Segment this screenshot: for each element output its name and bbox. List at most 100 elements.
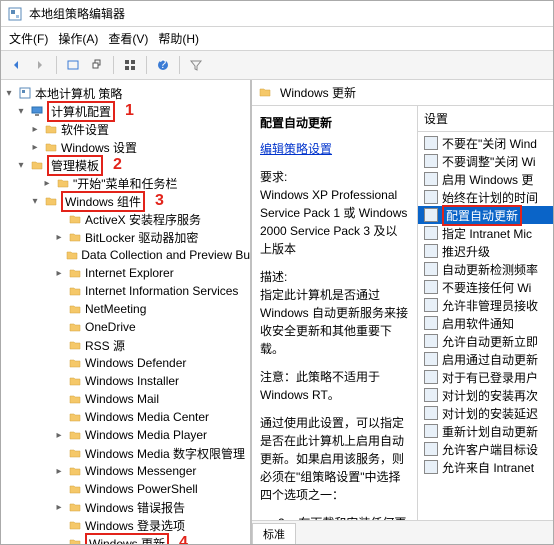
help-button[interactable]: ?: [152, 54, 174, 76]
expand-icon[interactable]: ▾: [29, 196, 41, 207]
settings-list-item[interactable]: 指定 Intranet Mic: [418, 224, 553, 242]
titlebar: 本地组策略编辑器: [1, 1, 553, 27]
policy-icon: [424, 460, 438, 474]
right-pane: Windows 更新 配置自动更新 编辑策略设置 要求: Windows XP …: [252, 80, 553, 544]
right-header-title: Windows 更新: [280, 84, 356, 101]
tree-windows-components[interactable]: ▾ Windows 组件 3: [1, 192, 250, 210]
tree-item[interactable]: Windows PowerShell: [1, 480, 250, 498]
folder-icon: [67, 481, 83, 497]
expand-icon[interactable]: ▸: [41, 178, 53, 189]
expand-icon[interactable]: ▾: [15, 106, 27, 117]
tree-root[interactable]: ▾ 本地计算机 策略: [1, 84, 250, 102]
filter-button[interactable]: [185, 54, 207, 76]
settings-list-item[interactable]: 允许自动更新立即: [418, 332, 553, 350]
folder-icon: [67, 517, 83, 533]
tree-item[interactable]: Windows Defender: [1, 354, 250, 372]
expand-icon[interactable]: ▸: [53, 430, 65, 441]
tree-item[interactable]: Windows 登录选项: [1, 516, 250, 534]
tree-windows-update[interactable]: Windows 更新 4: [1, 534, 250, 544]
tree-item[interactable]: ▸Windows Media Player: [1, 426, 250, 444]
folder-icon: [67, 535, 83, 544]
settings-list-item[interactable]: 允许非管理员接收: [418, 296, 553, 314]
expand-icon[interactable]: ▾: [3, 88, 15, 99]
tree-item[interactable]: ▸BitLocker 驱动器加密: [1, 228, 250, 246]
menu-file[interactable]: 文件(F): [9, 30, 48, 47]
menu-action[interactable]: 操作(A): [58, 30, 98, 47]
folder-icon: [67, 229, 83, 245]
settings-list-item[interactable]: 对于有已登录用户: [418, 368, 553, 386]
settings-list-item[interactable]: 启用软件通知: [418, 314, 553, 332]
tree-start-menu[interactable]: ▸ "开始"菜单和任务栏: [1, 174, 250, 192]
tree-item[interactable]: ▸Windows 错误报告: [1, 498, 250, 516]
expand-icon[interactable]: ▸: [53, 268, 65, 279]
svg-text:?: ?: [160, 58, 167, 71]
tree-item[interactable]: ▸Windows Messenger: [1, 462, 250, 480]
menu-view[interactable]: 查看(V): [108, 30, 148, 47]
tree-item[interactable]: Data Collection and Preview Bu: [1, 246, 250, 264]
settings-list-item[interactable]: 推迟升级: [418, 242, 553, 260]
settings-list-item[interactable]: 始终在计划的时间: [418, 188, 553, 206]
settings-list-item[interactable]: 不要调整"关闭 Wi: [418, 152, 553, 170]
expand-icon[interactable]: ▸: [53, 232, 65, 243]
folder-icon: [67, 391, 83, 407]
annotation-1: 1: [125, 102, 134, 120]
settings-list-item[interactable]: 允许客户端目标设: [418, 440, 553, 458]
settings-list-item[interactable]: 自动更新检测频率: [418, 260, 553, 278]
menubar: 文件(F) 操作(A) 查看(V) 帮助(H): [1, 27, 553, 51]
view-tabs: 标准: [252, 520, 553, 544]
tree-computer-config[interactable]: ▾ 计算机配置 1: [1, 102, 250, 120]
computer-icon: [29, 103, 45, 119]
expand-icon[interactable]: ▸: [29, 142, 41, 153]
settings-list-pane: 设置 5 不要在"关闭 Wind不要调整"关闭 Wi启用 Windows 更始终…: [418, 106, 553, 520]
settings-list-item[interactable]: 不要连接任何 Wi: [418, 278, 553, 296]
settings-list-item[interactable]: 启用通过自动更新: [418, 350, 553, 368]
tree-item[interactable]: NetMeeting: [1, 300, 250, 318]
toolbar-btn-2[interactable]: [86, 54, 108, 76]
tree-item[interactable]: Windows Installer: [1, 372, 250, 390]
list-column-header[interactable]: 设置: [418, 106, 553, 132]
expand-icon[interactable]: ▸: [53, 502, 65, 513]
nav-fwd-button[interactable]: [29, 54, 51, 76]
policy-icon: [424, 136, 438, 150]
settings-list-item[interactable]: 允许来自 Intranet: [418, 458, 553, 476]
tree-item[interactable]: ▸Internet Explorer: [1, 264, 250, 282]
tree-admin-templates[interactable]: ▾ 管理模板 2: [1, 156, 250, 174]
settings-list-item[interactable]: 重新计划自动更新: [418, 422, 553, 440]
nav-back-button[interactable]: [5, 54, 27, 76]
folder-icon: [67, 283, 83, 299]
settings-list-item[interactable]: 不要在"关闭 Wind: [418, 134, 553, 152]
expand-icon[interactable]: ▾: [15, 160, 27, 171]
folder-icon: [29, 157, 45, 173]
policy-icon: [424, 154, 438, 168]
menu-help[interactable]: 帮助(H): [158, 30, 199, 47]
right-header: Windows 更新: [252, 80, 553, 106]
tab-standard[interactable]: 标准: [252, 523, 296, 544]
window-title: 本地组策略编辑器: [29, 5, 125, 22]
tree-item[interactable]: RSS 源: [1, 336, 250, 354]
expand-icon[interactable]: ▸: [29, 124, 41, 135]
tree-item[interactable]: Windows Mail: [1, 390, 250, 408]
settings-list-item[interactable]: 对计划的安装延迟: [418, 404, 553, 422]
folder-icon: [65, 247, 79, 263]
policy-icon: [424, 334, 438, 348]
folder-icon: [43, 121, 59, 137]
toolbar-btn-1[interactable]: [62, 54, 84, 76]
description-pane: 配置自动更新 编辑策略设置 要求: Windows XP Professiona…: [252, 106, 418, 520]
tree-item[interactable]: Windows Media Center: [1, 408, 250, 426]
tree-item[interactable]: Internet Information Services: [1, 282, 250, 300]
edit-policy-link[interactable]: 编辑策略设置: [260, 142, 332, 156]
toolbar-btn-3[interactable]: [119, 54, 141, 76]
annotation-3: 3: [155, 192, 164, 210]
settings-list-item[interactable]: 对计划的安装再次: [418, 386, 553, 404]
tree-item[interactable]: Windows Media 数字权限管理: [1, 444, 250, 462]
tree-item[interactable]: ActiveX 安装程序服务: [1, 210, 250, 228]
tree-item[interactable]: OneDrive: [1, 318, 250, 336]
tree-software-settings[interactable]: ▸ 软件设置: [1, 120, 250, 138]
expand-icon[interactable]: ▸: [53, 466, 65, 477]
settings-list-item[interactable]: 配置自动更新: [418, 206, 553, 224]
policy-icon: [424, 316, 438, 330]
policy-icon: [424, 406, 438, 420]
tree-windows-settings[interactable]: ▸ Windows 设置: [1, 138, 250, 156]
settings-list-item[interactable]: 启用 Windows 更: [418, 170, 553, 188]
policy-icon: [424, 226, 438, 240]
